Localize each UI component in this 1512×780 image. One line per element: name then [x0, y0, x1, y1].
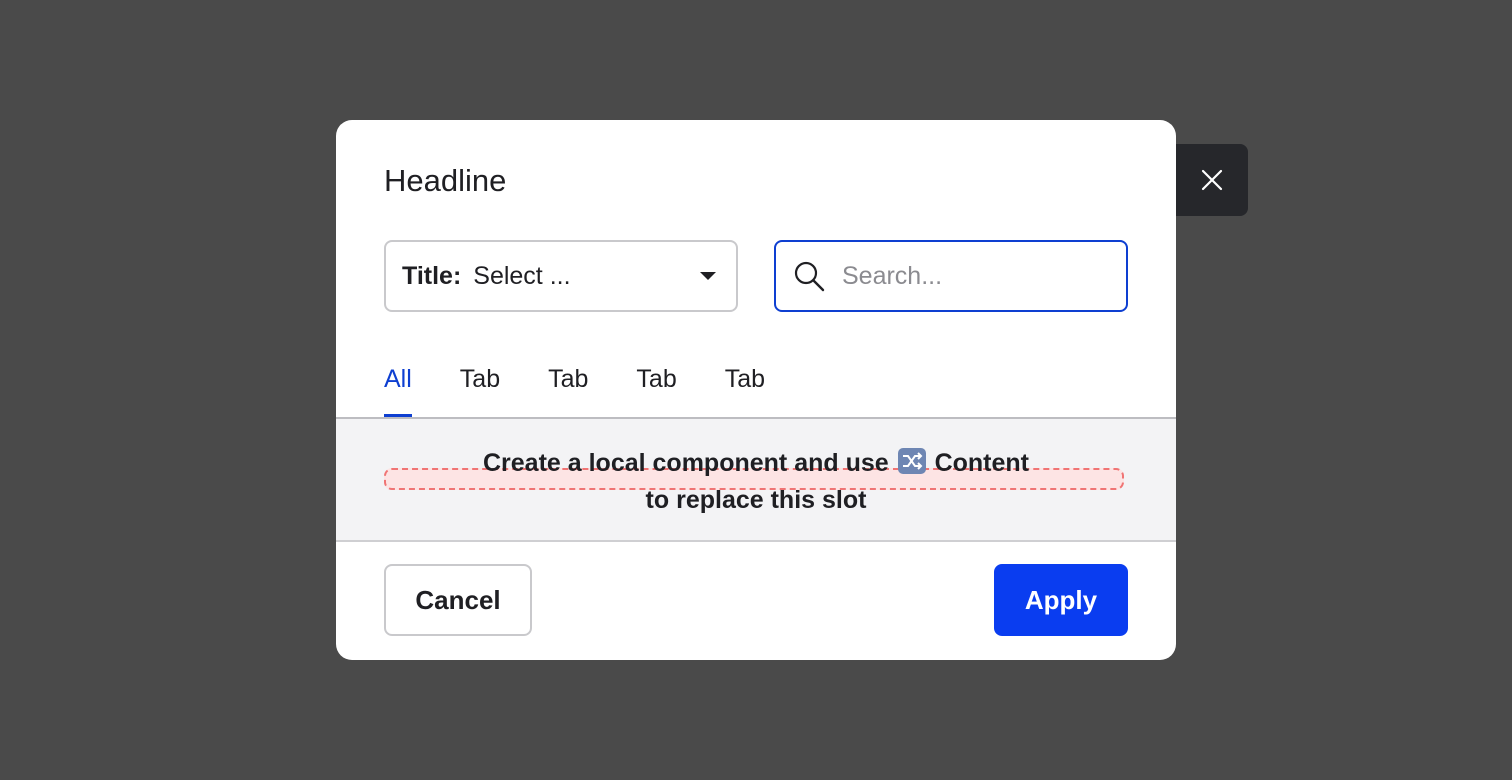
- slot-text-line1-after: Content: [934, 449, 1029, 477]
- select-label: Title:: [402, 261, 462, 290]
- title-select[interactable]: Title: Select ...: [384, 240, 738, 312]
- select-value: Select ...: [473, 261, 571, 290]
- tab-1[interactable]: Tab: [460, 356, 500, 418]
- slot-text-line1-before: Create a local component and use: [483, 449, 889, 477]
- caret-down-icon: [700, 272, 716, 280]
- dialog-headline: Headline: [384, 163, 507, 198]
- close-icon: [1201, 169, 1223, 191]
- apply-button[interactable]: Apply: [994, 564, 1128, 636]
- tab-3[interactable]: Tab: [636, 356, 676, 418]
- cancel-button[interactable]: Cancel: [384, 564, 532, 636]
- tab-bar: All Tab Tab Tab Tab: [384, 356, 813, 418]
- slot-instructions: Create a local component and use Content…: [336, 445, 1176, 519]
- dialog: Headline Title: Select ... All Tab Tab T…: [336, 120, 1176, 660]
- search-icon: [792, 259, 826, 293]
- search-field[interactable]: [774, 240, 1128, 312]
- slot-text-line2: to replace this slot: [645, 486, 867, 514]
- shuffle-icon: [897, 448, 926, 474]
- close-button[interactable]: [1176, 144, 1248, 216]
- tab-all[interactable]: All: [384, 356, 412, 418]
- content-slot: Create a local component and use Content…: [336, 419, 1176, 540]
- tab-2[interactable]: Tab: [548, 356, 588, 418]
- search-input[interactable]: [840, 260, 1114, 292]
- tab-4[interactable]: Tab: [725, 356, 765, 418]
- footer-divider: [336, 540, 1176, 542]
